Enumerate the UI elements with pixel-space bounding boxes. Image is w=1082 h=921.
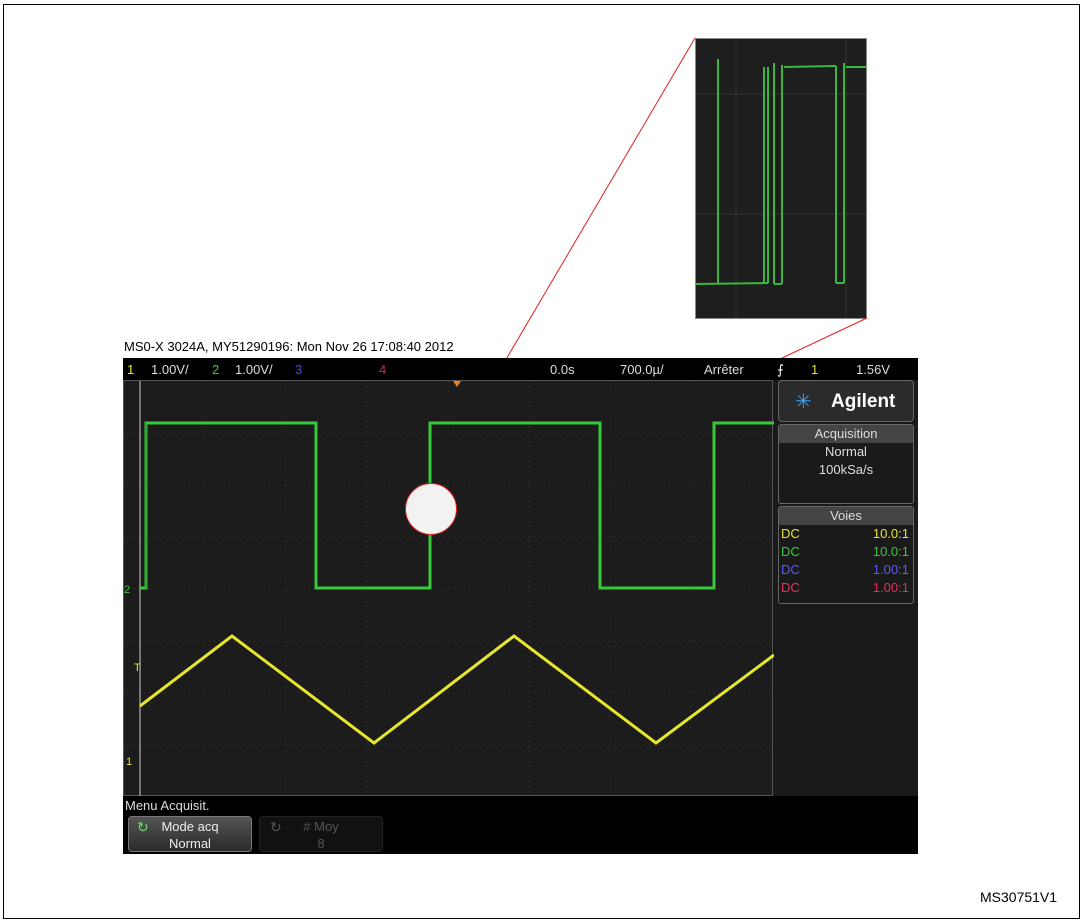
ch2-scale[interactable]: 1.00V/ bbox=[235, 362, 273, 377]
menu-label: Menu Acquisit. bbox=[125, 798, 210, 813]
averages-label: # Moy bbox=[303, 819, 339, 834]
zoom-inset bbox=[695, 38, 867, 319]
mode-acq-label: Mode acq bbox=[161, 819, 219, 834]
channel-row-3: DC 1.00:1 bbox=[779, 561, 913, 579]
waveform-display[interactable]: 2 T 1 bbox=[123, 380, 774, 797]
ch4-probe: 1.00:1 bbox=[872, 580, 909, 595]
trigger-edge-icon[interactable]: ⨍ bbox=[777, 362, 784, 378]
brand-box: ✳ Agilent bbox=[778, 380, 914, 422]
ch3-number[interactable]: 3 bbox=[295, 362, 302, 377]
acquisition-panel[interactable]: Acquisition Normal 100kSa/s bbox=[778, 424, 914, 504]
trigger-source[interactable]: 1 bbox=[811, 362, 818, 377]
channel-row-1: DC 10.0:1 bbox=[779, 525, 913, 543]
status-bar: 1 1.00V/ 2 1.00V/ 3 4 0.0s 700.0µ/ Arrêt… bbox=[123, 358, 918, 380]
acquisition-rate: 100kSa/s bbox=[818, 462, 874, 477]
averages-value: 8 bbox=[317, 836, 325, 851]
time-offset[interactable]: 0.0s bbox=[550, 362, 575, 377]
ch2-number[interactable]: 2 bbox=[212, 362, 219, 377]
softkey-menu: Menu Acquisit. ↻ Mode acq Normal ↻ # Moy… bbox=[123, 796, 918, 854]
run-state[interactable]: Arrêter bbox=[704, 362, 744, 377]
brand-name: Agilent bbox=[831, 391, 896, 412]
ch1-ground-marker: 1 bbox=[126, 756, 132, 768]
acquisition-title: Acquisition bbox=[779, 425, 913, 443]
ch1-number[interactable]: 1 bbox=[127, 362, 134, 377]
instrument-header: MS0-X 3024A, MY51290196: Mon Nov 26 17:0… bbox=[124, 339, 454, 354]
trigger-level[interactable]: 1.56V bbox=[856, 362, 890, 377]
ch1-scale[interactable]: 1.00V/ bbox=[151, 362, 189, 377]
side-panel: ✳ Agilent Acquisition Normal 100kSa/s Vo… bbox=[778, 380, 914, 760]
ch1-probe: 10.0:1 bbox=[872, 526, 909, 541]
ch2-ground-marker: 2 bbox=[124, 584, 130, 596]
mode-acq-value: Normal bbox=[169, 836, 211, 851]
mode-acq-softkey[interactable]: ↻ Mode acq Normal bbox=[128, 816, 252, 852]
ch2-coupling: DC bbox=[781, 544, 800, 559]
time-scale[interactable]: 700.0µ/ bbox=[620, 362, 664, 377]
channels-title: Voies bbox=[779, 507, 913, 525]
agilent-spark-icon: ✳ bbox=[795, 391, 812, 413]
channel-row-4: DC 1.00:1 bbox=[779, 579, 913, 597]
ch3-probe: 1.00:1 bbox=[872, 562, 909, 577]
ch4-number[interactable]: 4 bbox=[379, 362, 386, 377]
oscilloscope-screen: 1 1.00V/ 2 1.00V/ 3 4 0.0s 700.0µ/ Arrêt… bbox=[123, 358, 918, 854]
figure-reference: MS30751V1 bbox=[980, 889, 1058, 905]
averages-softkey[interactable]: ↻ # Moy 8 bbox=[259, 816, 383, 852]
zoom-inset-trace bbox=[696, 39, 866, 318]
ch1-triangle-wave bbox=[139, 634, 774, 745]
channel-row-2: DC 10.0:1 bbox=[779, 543, 913, 561]
ch4-coupling: DC bbox=[781, 580, 800, 595]
ch3-coupling: DC bbox=[781, 562, 800, 577]
ch2-probe: 10.0:1 bbox=[872, 544, 909, 559]
channels-panel[interactable]: Voies DC 10.0:1 DC 10.0:1 DC 1.00:1 DC 1… bbox=[778, 506, 914, 604]
ch2-square-wave bbox=[140, 421, 774, 590]
trigger-position-marker bbox=[453, 381, 461, 387]
trigger-level-marker: T bbox=[134, 662, 141, 674]
zoom-area-circle bbox=[405, 483, 457, 535]
waveform-svg: 2 T 1 bbox=[124, 381, 774, 797]
ch1-coupling: DC bbox=[781, 526, 800, 541]
acquisition-mode: Normal bbox=[825, 444, 867, 459]
